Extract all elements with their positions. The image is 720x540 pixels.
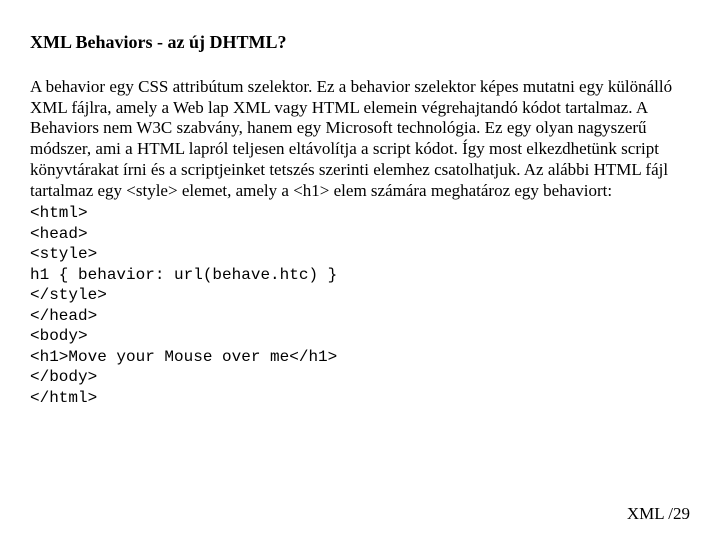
slide-page: XML Behaviors - az új DHTML? A behavior … <box>0 0 720 540</box>
slide-title: XML Behaviors - az új DHTML? <box>30 32 690 53</box>
slide-body-text: A behavior egy CSS attribútum szelektor.… <box>30 77 690 201</box>
code-example: <html> <head> <style> h1 { behavior: url… <box>30 203 690 408</box>
slide-footer: XML /29 <box>627 504 690 524</box>
